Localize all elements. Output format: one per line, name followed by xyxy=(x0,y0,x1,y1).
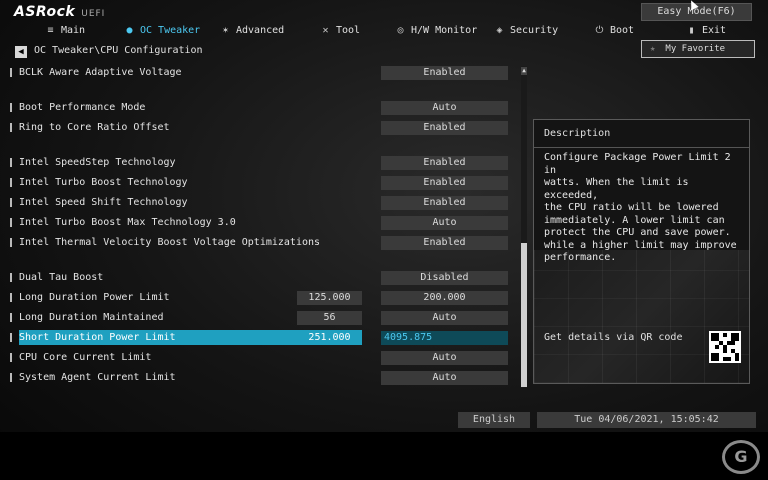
setting-value[interactable]: Enabled xyxy=(381,196,508,210)
asrock-logo: ASRock UEFI xyxy=(14,4,106,20)
row-marker xyxy=(10,103,12,112)
current-value: 125.000 xyxy=(297,291,362,305)
setting-label: BCLK Aware Adaptive Voltage xyxy=(19,67,182,78)
description-title: Description xyxy=(544,128,611,139)
tab-advanced[interactable]: ✶ Advanced xyxy=(220,22,284,39)
star-icon: ✶ xyxy=(222,25,229,36)
tab-hw-monitor[interactable]: ◎ H/W Monitor xyxy=(395,22,477,39)
row-marker xyxy=(10,178,12,187)
tab-security[interactable]: ◈ Security xyxy=(494,22,558,39)
setting-label: Short Duration Power Limit xyxy=(19,332,176,343)
star-icon: ★ xyxy=(650,44,656,54)
back-arrow-icon[interactable]: ◀ xyxy=(15,46,27,58)
setting-value[interactable]: Disabled xyxy=(381,271,508,285)
setting-row-intel-speedstep[interactable]: Intel SpeedStep Technology Enabled xyxy=(0,154,520,171)
tab-boot[interactable]: ⏻ Boot xyxy=(594,22,635,39)
setting-row-long-duration-maintained[interactable]: Long Duration Maintained 56 Auto xyxy=(0,309,520,326)
shield-icon: ◈ xyxy=(496,25,503,36)
setting-label: Dual Tau Boost xyxy=(19,272,104,283)
row-marker xyxy=(10,373,12,382)
row-marker xyxy=(10,198,12,207)
row-marker xyxy=(10,68,12,77)
setting-value[interactable]: Enabled xyxy=(381,121,508,135)
setting-row-intel-turbo-boost-max-3[interactable]: Intel Turbo Boost Max Technology 3.0 Aut… xyxy=(0,214,520,231)
qr-label: Get details via QR code xyxy=(544,332,683,343)
qr-code-icon xyxy=(709,331,741,363)
setting-row-cpu-core-current-limit[interactable]: CPU Core Current Limit Auto xyxy=(0,349,520,366)
tab-oc-tweaker[interactable]: ● OC Tweaker xyxy=(124,22,200,39)
qr-code-graphic xyxy=(711,333,739,361)
setting-row-ring-to-core-ratio-offset[interactable]: Ring to Core Ratio Offset Enabled xyxy=(0,119,520,136)
setting-row-bclk-aware-adaptive-voltage[interactable]: BCLK Aware Adaptive Voltage Enabled xyxy=(0,64,520,81)
row-marker xyxy=(10,273,12,282)
tab-main[interactable]: ≡ Main xyxy=(45,22,85,39)
row-marker xyxy=(10,123,12,132)
setting-label: Ring to Core Ratio Offset xyxy=(19,122,170,133)
tab-tool[interactable]: ✕ Tool xyxy=(320,22,360,39)
list-icon: ≡ xyxy=(47,25,54,36)
setting-row-boot-performance-mode[interactable]: Boot Performance Mode Auto xyxy=(0,99,520,116)
watermark-logo-icon: G xyxy=(722,440,760,474)
setting-label: Intel Turbo Boost Technology xyxy=(19,177,188,188)
setting-label: CPU Core Current Limit xyxy=(19,352,152,363)
scrollbar-thumb[interactable] xyxy=(521,243,527,387)
bios-screen: ASRock UEFI Easy Mode(F6) ≡ Main ● OC Tweak… xyxy=(0,0,768,480)
setting-label: Intel Turbo Boost Max Technology 3.0 xyxy=(19,217,236,228)
row-marker xyxy=(10,353,12,362)
main-nav: ≡ Main ● OC Tweaker ✶ Advanced ✕ Tool ◎ H/W M… xyxy=(0,22,768,39)
row-marker xyxy=(10,293,12,302)
setting-value[interactable]: Auto xyxy=(381,311,508,325)
tools-icon: ✕ xyxy=(322,25,329,36)
tab-exit[interactable]: ▮ Exit xyxy=(686,22,726,39)
setting-label: System Agent Current Limit xyxy=(19,372,176,383)
setting-label: Intel Speed Shift Technology xyxy=(19,197,188,208)
row-marker xyxy=(10,333,12,342)
divider xyxy=(534,147,749,148)
setting-value[interactable]: Auto xyxy=(381,216,508,230)
setting-value[interactable]: Auto xyxy=(381,101,508,115)
setting-row-intel-turbo-boost[interactable]: Intel Turbo Boost Technology Enabled xyxy=(0,174,520,191)
current-value: 56 xyxy=(297,311,362,325)
setting-value[interactable]: Auto xyxy=(381,351,508,365)
exit-icon: ▮ xyxy=(688,25,695,36)
current-value: 251.000 xyxy=(308,332,351,343)
language-button[interactable]: English xyxy=(458,412,530,428)
flame-icon: ● xyxy=(126,25,133,36)
date-time-display: Tue 04/06/2021, 15:05:42 xyxy=(537,412,756,428)
row-marker xyxy=(10,158,12,167)
scroll-up-icon[interactable]: ▲ xyxy=(521,67,527,75)
setting-row-short-duration-power-limit[interactable]: Short Duration Power Limit 251.000 4095.… xyxy=(0,329,520,346)
setting-label: Boot Performance Mode xyxy=(19,102,146,113)
bottom-border xyxy=(0,432,768,480)
setting-row-intel-speed-shift[interactable]: Intel Speed Shift Technology Enabled xyxy=(0,194,520,211)
setting-label: Intel Thermal Velocity Boost Voltage Opt… xyxy=(19,237,321,248)
monitor-icon: ◎ xyxy=(397,25,404,36)
setting-row-long-duration-power-limit[interactable]: Long Duration Power Limit 125.000 200.00… xyxy=(0,289,520,306)
setting-row-intel-tvb-voltage-opt[interactable]: Intel Thermal Velocity Boost Voltage Opt… xyxy=(0,234,520,251)
setting-value[interactable]: Enabled xyxy=(381,176,508,190)
power-icon: ⏻ xyxy=(595,25,604,36)
setting-value[interactable]: Enabled xyxy=(381,66,508,80)
setting-row-dual-tau-boost[interactable]: Dual Tau Boost Disabled xyxy=(0,269,520,286)
setting-value[interactable]: Auto xyxy=(381,371,508,385)
setting-value-input[interactable]: 4095.875 xyxy=(381,331,508,345)
setting-label: Long Duration Maintained xyxy=(19,312,164,323)
description-text: Configure Package Power Limit 2 in watts… xyxy=(544,152,737,263)
panel-background-texture xyxy=(534,250,749,383)
setting-label: Intel SpeedStep Technology xyxy=(19,157,176,168)
setting-value[interactable]: Enabled xyxy=(381,156,508,170)
setting-row-system-agent-current-limit[interactable]: System Agent Current Limit Auto xyxy=(0,369,520,386)
breadcrumb: OC Tweaker\CPU Configuration xyxy=(34,45,203,56)
setting-value[interactable]: Enabled xyxy=(381,236,508,250)
row-marker xyxy=(10,313,12,322)
my-favorite-button[interactable]: ★ My Favorite xyxy=(641,40,755,58)
setting-value[interactable]: 200.000 xyxy=(381,291,508,305)
row-marker xyxy=(10,218,12,227)
description-panel: Description Configure Package Power Limi… xyxy=(533,119,750,384)
setting-label: Long Duration Power Limit xyxy=(19,292,170,303)
row-marker xyxy=(10,238,12,247)
